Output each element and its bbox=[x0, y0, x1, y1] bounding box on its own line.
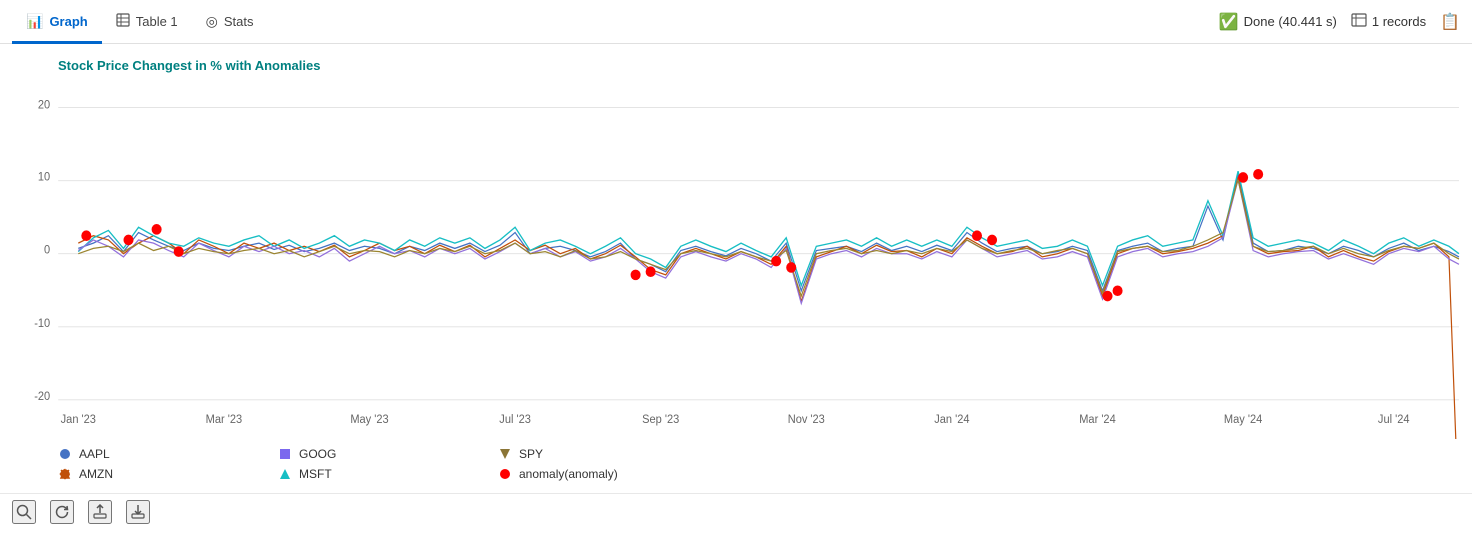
legend-item-msft: MSFT bbox=[278, 467, 498, 481]
graph-icon: 📊 bbox=[26, 13, 43, 30]
chart-title: Stock Price Changest in % with Anomalies bbox=[8, 54, 1464, 79]
status-area: ✅ Done (40.441 s) 1 records 📋 bbox=[1219, 12, 1460, 32]
aapl-symbol bbox=[58, 447, 72, 461]
export-button[interactable] bbox=[88, 500, 112, 524]
chart-container: Stock Price Changest in % with Anomalies… bbox=[0, 44, 1472, 493]
spy-symbol bbox=[498, 447, 512, 461]
svg-text:Jan '23: Jan '23 bbox=[61, 414, 96, 426]
toolbar-area bbox=[0, 493, 1472, 532]
legend-col-1: AAPL AMZN bbox=[58, 447, 278, 481]
svg-text:Jan '24: Jan '24 bbox=[934, 414, 969, 426]
chart-area: 20 10 0 -10 -20 Jan '23 Mar '23 May '23 … bbox=[8, 79, 1464, 439]
legend-col-3: SPY anomaly(anomaly) bbox=[498, 447, 718, 481]
tab-stats-label: Stats bbox=[224, 14, 254, 29]
svg-text:-10: -10 bbox=[34, 318, 50, 330]
svg-text:May '24: May '24 bbox=[1224, 414, 1262, 426]
svg-text:20: 20 bbox=[38, 99, 50, 111]
done-label: Done (40.441 s) bbox=[1244, 14, 1337, 29]
tab-graph-label: Graph bbox=[49, 14, 87, 29]
search-button[interactable] bbox=[12, 500, 36, 524]
svg-text:Sep '23: Sep '23 bbox=[642, 414, 679, 426]
goog-symbol bbox=[278, 447, 292, 461]
legend-item-amzn: AMZN bbox=[58, 467, 278, 481]
chart-svg: 20 10 0 -10 -20 Jan '23 Mar '23 May '23 … bbox=[8, 79, 1464, 439]
legend-item-aapl: AAPL bbox=[58, 447, 278, 461]
refresh-button[interactable] bbox=[50, 500, 74, 524]
svg-text:Nov '23: Nov '23 bbox=[788, 414, 825, 426]
legend-area: AAPL AMZN GOOG bbox=[8, 439, 1464, 489]
legend-item-goog: GOOG bbox=[278, 447, 498, 461]
tab-stats[interactable]: ◎ Stats bbox=[192, 1, 268, 44]
anomaly-symbol bbox=[498, 467, 512, 481]
tab-table1-label: Table 1 bbox=[136, 14, 178, 29]
amzn-label: AMZN bbox=[79, 467, 113, 481]
records-badge: 1 records bbox=[1351, 13, 1426, 30]
tab-graph[interactable]: 📊 Graph bbox=[12, 1, 102, 44]
svg-text:10: 10 bbox=[38, 171, 50, 183]
aapl-label: AAPL bbox=[79, 447, 110, 461]
msft-symbol bbox=[278, 467, 292, 481]
stats-icon: ◎ bbox=[206, 13, 218, 30]
goog-label: GOOG bbox=[299, 447, 336, 461]
tab-table1[interactable]: Table 1 bbox=[102, 1, 192, 44]
spy-label: SPY bbox=[519, 447, 543, 461]
legend-col-2: GOOG MSFT bbox=[278, 447, 498, 481]
top-bar: 📊 Graph Table 1 ◎ Stats ✅ Done (40.441 s… bbox=[0, 0, 1472, 44]
svg-text:-20: -20 bbox=[34, 391, 50, 403]
done-badge: ✅ Done (40.441 s) bbox=[1219, 12, 1337, 32]
svg-text:Mar '23: Mar '23 bbox=[206, 414, 242, 426]
svg-text:Mar '24: Mar '24 bbox=[1079, 414, 1115, 426]
download-button[interactable] bbox=[126, 500, 150, 524]
svg-text:May '23: May '23 bbox=[350, 414, 388, 426]
anomaly-label: anomaly(anomaly) bbox=[519, 467, 618, 481]
svg-text:0: 0 bbox=[44, 244, 50, 256]
records-icon bbox=[1351, 13, 1367, 30]
msft-label: MSFT bbox=[299, 467, 332, 481]
table-icon bbox=[116, 13, 130, 30]
records-label: 1 records bbox=[1372, 14, 1426, 29]
legend-item-anomaly: anomaly(anomaly) bbox=[498, 467, 718, 481]
legend-item-spy: SPY bbox=[498, 447, 718, 461]
done-icon: ✅ bbox=[1219, 12, 1239, 32]
copy-icon[interactable]: 📋 bbox=[1440, 12, 1460, 32]
svg-text:Jul '24: Jul '24 bbox=[1378, 414, 1410, 426]
amzn-symbol bbox=[58, 467, 72, 481]
svg-text:Jul '23: Jul '23 bbox=[499, 414, 531, 426]
